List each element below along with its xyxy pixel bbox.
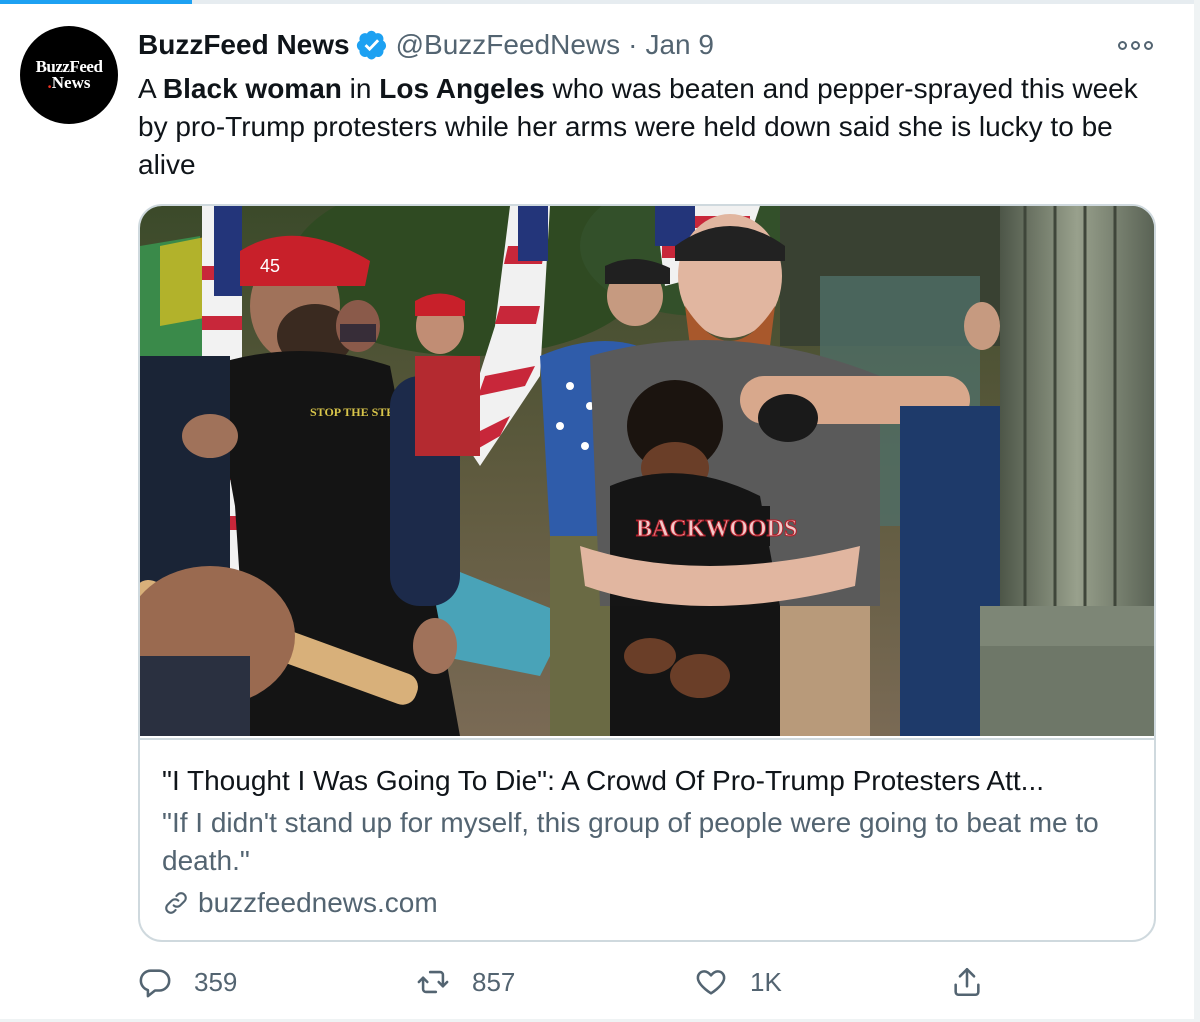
card-photo[interactable]: 45 STOP THE STEAL BACKWOODS: [140, 206, 1154, 736]
retweet-icon: [417, 970, 449, 994]
link-card[interactable]: 45 STOP THE STEAL BACKWOODS "I Thought I…: [138, 204, 1156, 942]
retweet-count: 857: [472, 966, 516, 997]
like-count: 1K: [750, 966, 782, 997]
share-button[interactable]: [950, 960, 984, 1004]
protest-photo: 45 STOP THE STEAL BACKWOODS: [140, 206, 1154, 736]
hoodie-text: BACKWOODS: [636, 516, 797, 542]
tweet-text-bold: Los Angeles: [379, 73, 545, 104]
reply-icon: [139, 969, 171, 998]
card-meta[interactable]: "I Thought I Was Going To Die": A Crowd …: [140, 738, 1154, 940]
author-handle[interactable]: @BuzzFeedNews: [396, 29, 621, 61]
retweet-button[interactable]: 857: [416, 960, 515, 1004]
tweet-date[interactable]: Jan 9: [645, 29, 714, 61]
like-button[interactable]: 1K: [694, 960, 782, 1004]
tweet-text: A Black woman in Los Angeles who was bea…: [138, 70, 1168, 184]
tweet-header: BuzzFeed News @BuzzFeedNews · Jan 9: [138, 28, 714, 62]
card-title[interactable]: "I Thought I Was Going To Die": A Crowd …: [162, 762, 1132, 800]
reply-button[interactable]: 359: [138, 960, 237, 1004]
card-domain[interactable]: buzzfeednews.com: [162, 884, 1132, 922]
action-bar: 359 857 1K: [138, 960, 998, 1004]
header-separator: ·: [628, 29, 638, 60]
hat-number: 45: [260, 256, 280, 276]
verified-badge-icon: [356, 30, 386, 60]
tweet[interactable]: BuzzFeed .News BuzzFeed News @BuzzFeedNe…: [0, 0, 1194, 1022]
avatar-logo-line2: .News: [47, 73, 91, 92]
tweet-text-segment: in: [341, 73, 380, 104]
more-icon[interactable]: [1118, 36, 1156, 54]
tweet-text-segment: A: [138, 73, 163, 104]
card-domain-text: buzzfeednews.com: [198, 887, 438, 918]
reply-count: 359: [194, 966, 238, 997]
share-icon: [954, 967, 980, 997]
card-description: "If I didn't stand up for myself, this g…: [162, 807, 1099, 876]
right-edge: [1194, 0, 1200, 1022]
link-icon: [165, 892, 187, 914]
tweet-text-bold: Black woman: [162, 73, 342, 104]
author-name[interactable]: BuzzFeed News: [138, 29, 350, 61]
avatar[interactable]: BuzzFeed .News: [20, 26, 118, 124]
like-icon: [696, 970, 726, 995]
